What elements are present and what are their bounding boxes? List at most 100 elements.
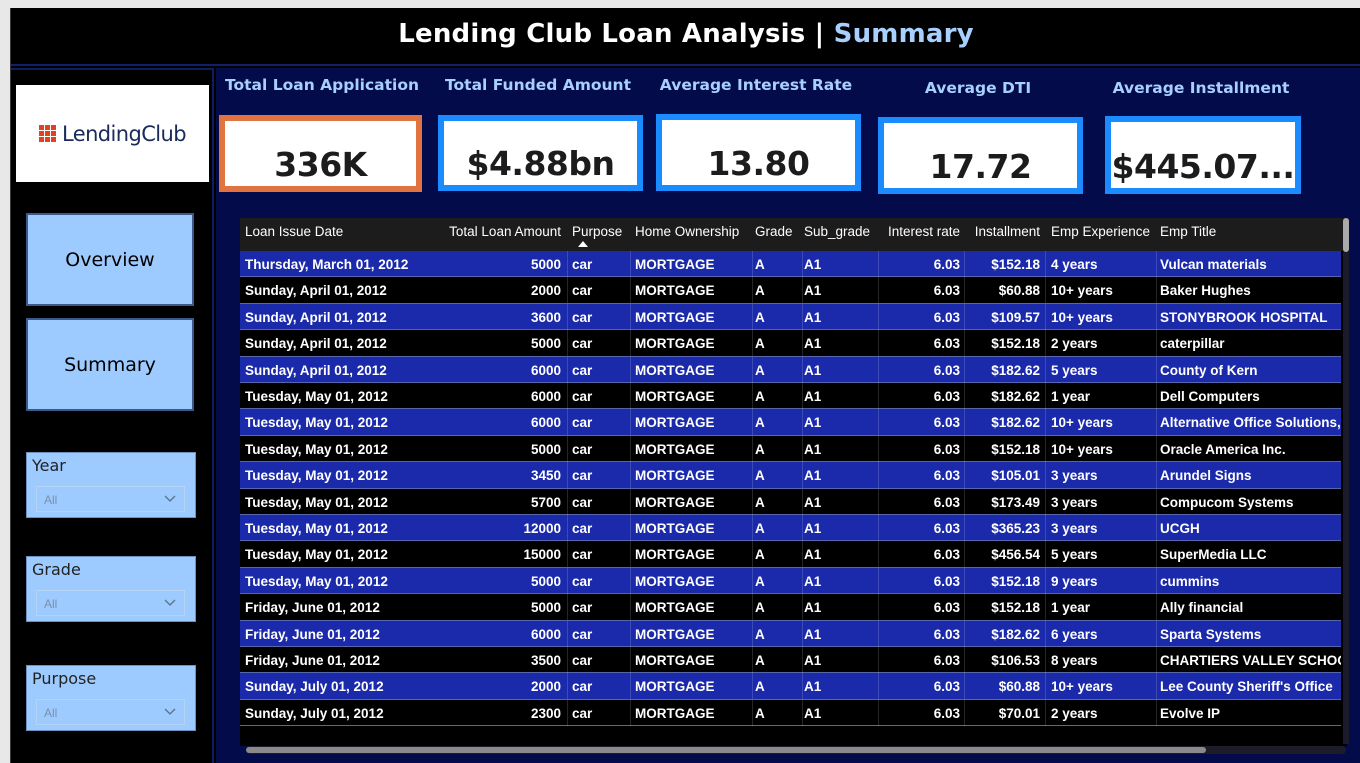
kpi-card-average-dti[interactable]: 17.72 [878, 117, 1083, 194]
column-header-installment[interactable]: Installment [966, 218, 1040, 251]
cell-grade: A [755, 309, 765, 325]
column-separator [964, 330, 965, 357]
table-vertical-scrollbar[interactable] [1343, 218, 1349, 744]
cell-emp-title: Vulcan materials [1160, 257, 1267, 272]
cell-grade: A [755, 653, 765, 668]
table-row[interactable]: Tuesday, May 01, 2012 6000 car MORTGAGE A A1 6… [240, 409, 1341, 436]
table-row[interactable]: Tuesday, May 01, 2012 6000 car MORTGAGE A A1 6… [240, 383, 1341, 410]
column-header-loan-issue-date[interactable]: Loan Issue Date [245, 218, 435, 251]
column-header-emp-experience[interactable]: Emp Experience [1051, 218, 1156, 251]
table-row[interactable]: Friday, June 01, 2012 3500 car MORTGAGE A A1 6… [240, 647, 1341, 674]
cell-grade: A [755, 468, 765, 484]
cell-purpose: car [572, 362, 593, 378]
column-separator [964, 462, 965, 489]
table-row[interactable]: Sunday, April 01, 2012 3600 car MORTGAGE A A1… [240, 303, 1341, 331]
cell-interest-rate: 6.03 [933, 283, 960, 299]
cell-home-ownership: MORTGAGE [635, 415, 715, 431]
column-separator [567, 251, 568, 277]
grade-dropdown[interactable]: All [36, 590, 185, 616]
column-header-total-loan-amount[interactable]: Total Loan Amount [437, 218, 561, 251]
column-separator [802, 251, 803, 277]
cell-grade: A [755, 600, 765, 616]
cell-loan-issue-date: Tuesday, May 01, 2012 [245, 573, 388, 589]
table-row[interactable]: Tuesday, May 01, 2012 5000 car MORTGAGE A A1 6… [240, 567, 1341, 595]
cell-purpose: car [572, 600, 593, 616]
kpi-card-total-loan-application[interactable]: 336K [219, 115, 422, 192]
year-dropdown-value: All [44, 493, 58, 507]
column-separator [1156, 673, 1157, 700]
kpi-card-average-interest-rate[interactable]: 13.80 [656, 114, 861, 191]
cell-home-ownership: MORTGAGE [635, 283, 715, 299]
cell-emp-title: County of Kern [1160, 362, 1258, 378]
table-row[interactable]: Tuesday, May 01, 2012 5000 car MORTGAGE A A1 6… [240, 435, 1341, 463]
column-separator [964, 383, 965, 409]
cell-emp-experience: 3 years [1051, 494, 1098, 510]
cell-total-loan-amount: 3450 [530, 468, 561, 484]
vertical-scroll-thumb[interactable] [1343, 218, 1349, 252]
column-separator [802, 303, 803, 330]
table-row[interactable]: Sunday, April 01, 2012 2000 car MORTGAGE A A1… [240, 277, 1341, 304]
table-row[interactable]: Tuesday, May 01, 2012 15000 car MORTGAGE A A1… [240, 541, 1341, 568]
kpi-card-total-funded-amount[interactable]: $4.88bn [438, 115, 643, 191]
cell-total-loan-amount: 5000 [530, 441, 561, 457]
cell-emp-title: Arundel Signs [1160, 468, 1252, 484]
cell-interest-rate: 6.03 [933, 415, 960, 431]
table-row[interactable]: Sunday, April 01, 2012 5000 car MORTGAGE A A1… [240, 330, 1341, 357]
table-row[interactable]: Sunday, July 01, 2012 2300 car MORTGAGE A A1 6… [240, 699, 1341, 727]
cell-interest-rate: 6.03 [933, 389, 960, 404]
table-row[interactable]: Friday, June 01, 2012 5000 car MORTGAGE A A1 6… [240, 594, 1341, 621]
column-header-emp-title[interactable]: Emp Title [1160, 218, 1341, 251]
column-separator [802, 594, 803, 621]
column-separator [1156, 303, 1157, 330]
table-header: Loan Issue Date Total Loan Amount Purpose H… [240, 218, 1347, 251]
table-row[interactable]: Friday, June 01, 2012 6000 car MORTGAGE A A1 6… [240, 620, 1341, 647]
column-separator [567, 383, 568, 409]
column-header-home-ownership[interactable]: Home Ownership [635, 218, 753, 251]
column-separator [1045, 462, 1046, 489]
cell-emp-title: UCGH [1160, 521, 1200, 536]
column-header-grade[interactable]: Grade [755, 218, 800, 251]
cell-grade: A [755, 521, 765, 536]
cell-home-ownership: MORTGAGE [635, 679, 715, 695]
table-body[interactable]: Thursday, March 01, 2012 5000 car MORTGAGE A… [240, 251, 1341, 738]
purpose-dropdown[interactable]: All [36, 699, 185, 725]
column-separator [1045, 567, 1046, 594]
cell-emp-experience: 10+ years [1051, 415, 1113, 431]
cell-interest-rate: 6.03 [933, 309, 960, 325]
horizontal-scroll-thumb[interactable] [246, 747, 1206, 753]
column-separator [630, 409, 631, 436]
cell-sub-grade: A1 [804, 441, 822, 457]
cell-home-ownership: MORTGAGE [635, 626, 715, 642]
column-separator [1156, 541, 1157, 568]
cell-loan-issue-date: Sunday, April 01, 2012 [245, 336, 387, 352]
cell-grade: A [755, 336, 765, 352]
kpi-value-average-dti: 17.72 [929, 147, 1032, 186]
cell-emp-experience: 1 year [1051, 389, 1091, 404]
kpi-value-total-funded-amount: $4.88bn [466, 144, 616, 183]
table-row[interactable]: Sunday, April 01, 2012 6000 car MORTGAGE A A1… [240, 356, 1341, 383]
page-title: Lending Club Loan Analysis | Summary [398, 19, 974, 49]
cell-home-ownership: MORTGAGE [635, 573, 715, 589]
table-row[interactable]: Tuesday, May 01, 2012 12000 car MORTGAGE A A1… [240, 515, 1341, 542]
overview-button[interactable]: Overview [26, 213, 194, 306]
table-horizontal-scrollbar[interactable] [246, 746, 1346, 754]
cell-grade: A [755, 679, 765, 695]
cell-emp-experience: 10+ years [1051, 441, 1113, 457]
column-separator [567, 356, 568, 383]
table-row[interactable]: Thursday, March 01, 2012 5000 car MORTGAGE A… [240, 251, 1341, 278]
cell-installment: $60.88 [998, 679, 1040, 695]
column-separator [802, 330, 803, 357]
cell-emp-title: caterpillar [1160, 336, 1225, 352]
column-header-sub-grade[interactable]: Sub_grade [804, 218, 879, 251]
column-header-interest-rate[interactable]: Interest rate [881, 218, 960, 251]
table-row[interactable]: Tuesday, May 01, 2012 5700 car MORTGAGE A A1 6… [240, 488, 1341, 515]
kpi-card-average-installment[interactable]: $445.07... [1105, 116, 1301, 194]
cell-home-ownership: MORTGAGE [635, 653, 715, 668]
year-dropdown[interactable]: All [36, 486, 185, 512]
cell-emp-experience: 5 years [1051, 547, 1098, 563]
cell-total-loan-amount: 12000 [523, 521, 561, 536]
table-row[interactable]: Sunday, July 01, 2012 2000 car MORTGAGE A A1 6… [240, 673, 1341, 700]
column-separator [567, 567, 568, 594]
table-row[interactable]: Tuesday, May 01, 2012 3450 car MORTGAGE A A1 6… [240, 462, 1341, 489]
summary-button[interactable]: Summary [26, 318, 194, 411]
